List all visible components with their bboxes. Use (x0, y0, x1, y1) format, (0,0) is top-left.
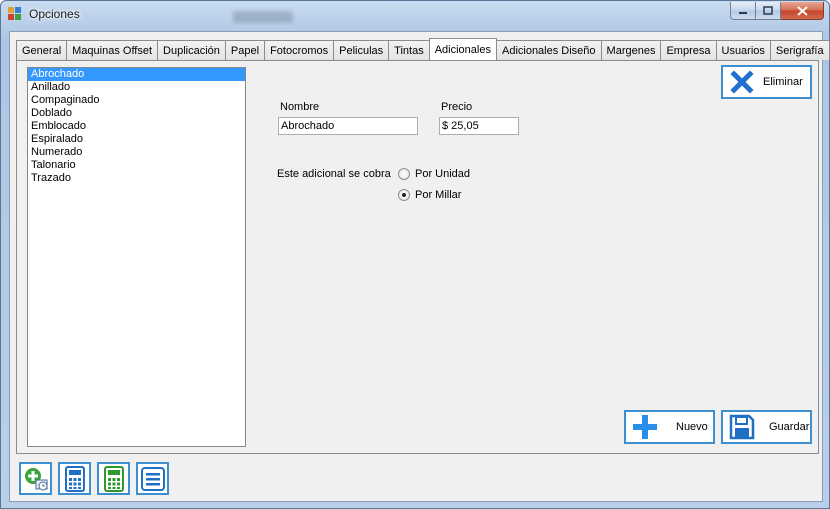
calculator-icon (64, 465, 85, 492)
floppy-disk-icon (729, 414, 755, 440)
radio-por-unidad[interactable]: Por Unidad (398, 168, 470, 180)
radio-unidad-circle[interactable] (398, 168, 410, 180)
minimize-button[interactable] (730, 2, 756, 20)
minimize-icon (739, 11, 747, 14)
tab-empresa[interactable]: Empresa (660, 40, 717, 60)
client-area: General Maquinas Offset Duplicación Pape… (9, 31, 830, 502)
close-button[interactable] (781, 2, 824, 20)
adicionales-list[interactable]: Abrochado Anillado Compaginado Doblado E… (27, 67, 246, 447)
options-window: Opciones General Maquinas Offset Duplica… (0, 0, 830, 509)
plus-icon (632, 414, 658, 440)
radio-millar-label: Por Millar (415, 189, 462, 201)
app-icon (8, 7, 22, 21)
price-field[interactable]: $ 25,05 (439, 117, 519, 135)
delete-x-icon (729, 69, 755, 95)
calculator-green-button[interactable] (97, 462, 130, 495)
list-item[interactable]: Numerado (28, 146, 245, 159)
background-blur (233, 11, 293, 23)
tab-adicionales[interactable]: Adicionales (428, 38, 497, 60)
name-label: Nombre (280, 101, 320, 113)
charge-mode-label: Este adicional se cobra (277, 168, 391, 180)
list-item[interactable]: Trazado (28, 172, 245, 185)
tab-usuarios[interactable]: Usuarios (715, 40, 771, 60)
maximize-button[interactable] (756, 2, 781, 20)
save-label: Guardar (769, 421, 810, 433)
save-button[interactable]: Guardar (721, 410, 812, 444)
new-label: Nuevo (676, 421, 708, 433)
new-button[interactable]: Nuevo (624, 410, 715, 444)
add-schedule-icon (24, 467, 47, 490)
radio-millar-circle[interactable] (398, 189, 410, 201)
tab-duplicacion[interactable]: Duplicación (157, 40, 226, 60)
window-title: Opciones (29, 7, 80, 21)
list-item[interactable]: Talonario (28, 159, 245, 172)
tab-strip: General Maquinas Offset Duplicación Pape… (16, 38, 830, 60)
delete-button[interactable]: Eliminar (721, 65, 812, 99)
maximize-icon (763, 6, 773, 15)
delete-label: Eliminar (763, 76, 803, 88)
tab-tintas[interactable]: Tintas (388, 40, 430, 60)
list-item[interactable]: Anillado (28, 81, 245, 94)
tab-adicionales-diseno[interactable]: Adicionales Diseño (495, 40, 602, 60)
list-item[interactable]: Abrochado (28, 68, 245, 81)
title-bar[interactable]: Opciones (1, 1, 829, 29)
tab-serigrafia[interactable]: Serigrafía (769, 40, 830, 60)
adicionales-panel: Abrochado Anillado Compaginado Doblado E… (16, 60, 819, 454)
list-item[interactable]: Doblado (28, 107, 245, 120)
tab-peliculas[interactable]: Peliculas (333, 40, 390, 60)
tab-maquinas-offset[interactable]: Maquinas Offset (66, 40, 159, 60)
tab-margenes[interactable]: Margenes (600, 40, 662, 60)
list-item[interactable]: Espiralado (28, 133, 245, 146)
calculator-green-icon (103, 465, 124, 492)
list-button[interactable] (136, 462, 169, 495)
price-label: Precio (441, 101, 473, 113)
list-item[interactable]: Emblocado (28, 120, 245, 133)
name-field[interactable]: Abrochado (278, 117, 418, 135)
tab-papel[interactable]: Papel (224, 40, 266, 60)
close-icon (796, 5, 808, 16)
add-schedule-button[interactable] (19, 462, 52, 495)
list-icon (140, 466, 165, 491)
list-item[interactable]: Compaginado (28, 94, 245, 107)
tab-fotocromos[interactable]: Fotocromos (264, 40, 335, 60)
tab-general[interactable]: General (16, 40, 68, 60)
radio-unidad-label: Por Unidad (415, 168, 471, 180)
calculator-button[interactable] (58, 462, 91, 495)
caption-buttons (730, 2, 824, 20)
radio-por-millar[interactable]: Por Millar (398, 189, 461, 201)
